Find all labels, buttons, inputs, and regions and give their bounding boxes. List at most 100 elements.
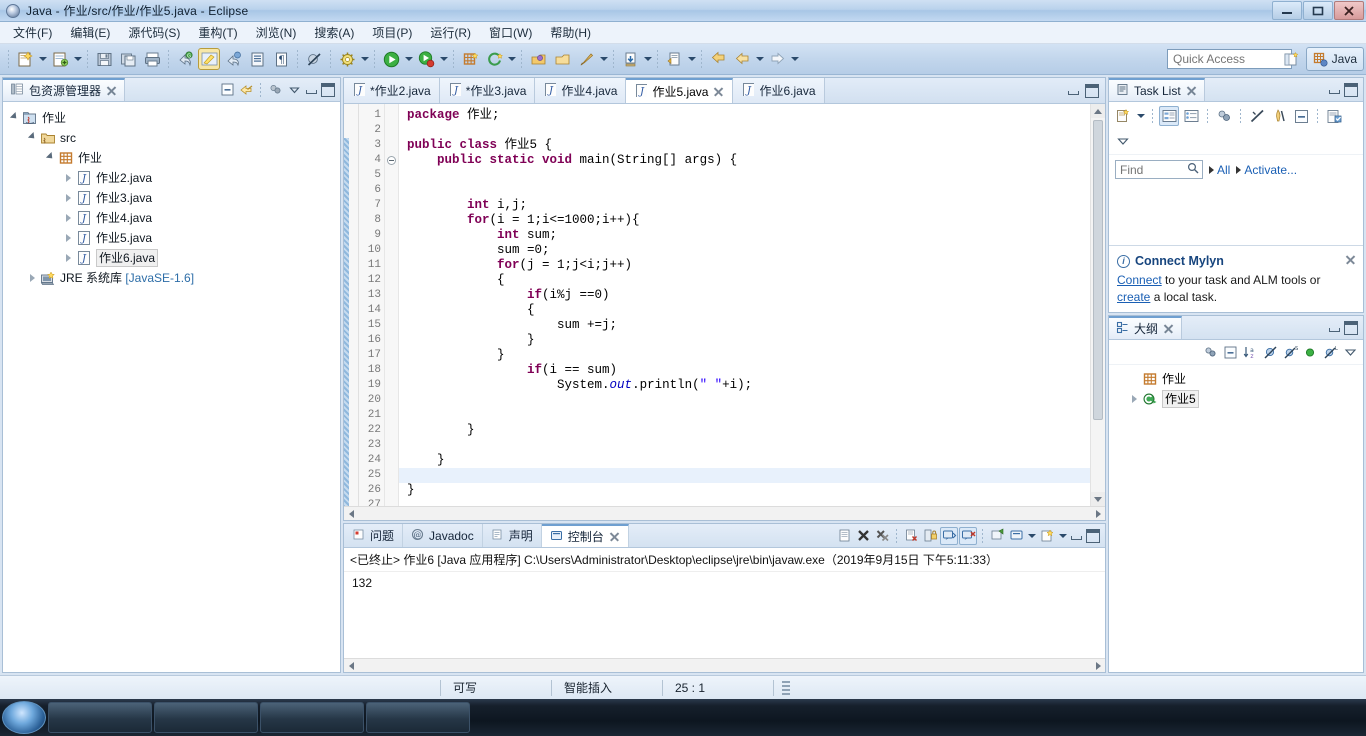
new-wizard-icon[interactable] bbox=[14, 48, 36, 70]
maximize-icon[interactable] bbox=[1342, 81, 1360, 99]
run-last-dropdown-icon[interactable] bbox=[438, 48, 449, 70]
print-icon[interactable] bbox=[141, 48, 163, 70]
new-java-class-icon[interactable] bbox=[49, 48, 71, 70]
terminate-icon[interactable] bbox=[854, 527, 872, 545]
no-arrow-icon[interactable] bbox=[1127, 372, 1141, 386]
collapsed-arrow-icon[interactable] bbox=[1127, 392, 1141, 406]
hide-nonpublic-icon[interactable] bbox=[1301, 343, 1319, 361]
maximize-window-button[interactable] bbox=[1303, 1, 1333, 20]
fold-collapse-icon[interactable] bbox=[385, 153, 398, 168]
run-last-icon[interactable] bbox=[415, 48, 437, 70]
display-selected-console-icon[interactable] bbox=[1007, 527, 1025, 545]
minimize-icon[interactable] bbox=[1327, 321, 1341, 335]
editor-horizontal-scrollbar[interactable] bbox=[344, 506, 1105, 520]
debug-config-dropdown-icon[interactable] bbox=[359, 48, 370, 70]
task-activate-link[interactable]: Activate... bbox=[1236, 163, 1297, 177]
scroll-down-icon[interactable] bbox=[1091, 492, 1105, 506]
external-tools-icon[interactable] bbox=[575, 48, 597, 70]
remove-all-terminated-icon[interactable] bbox=[873, 527, 891, 545]
tab-console[interactable]: 控制台 bbox=[541, 524, 629, 547]
tab-package-explorer[interactable]: 包资源管理器 bbox=[3, 78, 126, 101]
collapse-all-icon[interactable] bbox=[218, 81, 236, 99]
menu-run[interactable]: 运行(R) bbox=[421, 21, 480, 44]
lock-scroll-icon[interactable] bbox=[921, 527, 939, 545]
open-type-hierarchy-icon[interactable] bbox=[527, 48, 549, 70]
menu-edit[interactable]: 编辑(E) bbox=[61, 21, 119, 44]
hide-static-icon[interactable]: S bbox=[1281, 343, 1299, 361]
edit-highlight-icon[interactable] bbox=[198, 48, 220, 70]
tree-item-4[interactable]: J 作业3.java bbox=[3, 188, 340, 208]
new-task-dropdown-icon[interactable] bbox=[1135, 105, 1146, 127]
view-menu-icon[interactable] bbox=[1113, 131, 1133, 151]
run-icon[interactable] bbox=[380, 48, 402, 70]
remove-launch-icon[interactable] bbox=[902, 527, 920, 545]
next-annotation-icon[interactable] bbox=[663, 48, 685, 70]
menu-window[interactable]: 窗口(W) bbox=[480, 21, 541, 44]
search-dropdown-icon[interactable] bbox=[642, 48, 653, 70]
editor-tab-1[interactable]: J *作业3.java bbox=[439, 78, 536, 103]
view-menu-icon[interactable] bbox=[1341, 343, 1359, 361]
maximize-icon[interactable] bbox=[1084, 527, 1102, 545]
link-with-editor-icon[interactable] bbox=[237, 81, 255, 99]
external-tools-dropdown-icon[interactable] bbox=[598, 48, 609, 70]
taskbar-item[interactable] bbox=[48, 702, 152, 733]
sync-icon[interactable] bbox=[1201, 343, 1219, 361]
scroll-right-icon[interactable] bbox=[1093, 661, 1103, 671]
collapse-all-icon[interactable] bbox=[1221, 343, 1239, 361]
close-window-button[interactable] bbox=[1334, 1, 1364, 20]
new-task-icon[interactable] bbox=[1113, 106, 1133, 126]
mylyn-create-link[interactable]: create bbox=[1117, 290, 1150, 304]
minimize-icon[interactable] bbox=[1069, 529, 1083, 543]
collapsed-arrow-icon[interactable] bbox=[25, 271, 39, 285]
forward-icon[interactable] bbox=[766, 48, 788, 70]
editor-tab-2[interactable]: J 作业4.java bbox=[535, 78, 627, 103]
code-editor[interactable]: 1 2 3 4 5 6 7 8 9 10 11 12 13 14 15 16 17 18 19 20 21 22 23 24 2… bbox=[344, 104, 1105, 506]
tab-javadoc[interactable]: @ Javadoc bbox=[403, 524, 483, 547]
minimize-window-button[interactable] bbox=[1272, 1, 1302, 20]
open-perspective-icon[interactable] bbox=[1281, 48, 1303, 70]
show-console-on-error-icon[interactable] bbox=[959, 526, 977, 545]
back-dropdown-icon[interactable] bbox=[754, 48, 765, 70]
close-icon[interactable] bbox=[609, 531, 620, 542]
undo-icon[interactable]: G bbox=[174, 48, 196, 70]
clear-console-icon[interactable] bbox=[835, 527, 853, 545]
expanded-arrow-icon[interactable] bbox=[25, 131, 39, 145]
collapsed-arrow-icon[interactable] bbox=[61, 211, 75, 225]
menu-search[interactable]: 搜索(A) bbox=[305, 21, 363, 44]
pin-console-icon[interactable] bbox=[988, 527, 1006, 545]
tree-item-7[interactable]: J 作业6.java bbox=[3, 248, 340, 268]
tree-item-0[interactable]: 作业 bbox=[3, 108, 340, 128]
source-code-text[interactable]: package 作业; public class 作业5 { public st… bbox=[399, 104, 1090, 506]
console-horizontal-scrollbar[interactable] bbox=[344, 658, 1105, 672]
collapsed-arrow-icon[interactable] bbox=[61, 191, 75, 205]
categorized-mode-icon[interactable] bbox=[1159, 106, 1179, 126]
editor-tab-0[interactable]: J *作业2.java bbox=[344, 78, 440, 103]
close-icon[interactable] bbox=[1345, 254, 1356, 265]
hide-fields-icon[interactable] bbox=[1261, 343, 1279, 361]
open-type-icon[interactable] bbox=[246, 48, 268, 70]
open-console-icon[interactable] bbox=[1038, 527, 1056, 545]
maximize-icon[interactable] bbox=[1083, 82, 1101, 100]
scroll-thumb[interactable] bbox=[1093, 120, 1103, 420]
run-dropdown-icon[interactable] bbox=[403, 48, 414, 70]
display-console-dropdown-icon[interactable] bbox=[1026, 525, 1037, 547]
folding-ruler[interactable] bbox=[385, 104, 399, 506]
resize-grip[interactable] bbox=[782, 680, 790, 695]
scroll-up-icon[interactable] bbox=[1091, 104, 1105, 118]
scroll-right-icon[interactable] bbox=[1093, 509, 1103, 519]
editor-tab-3[interactable]: J 作业5.java bbox=[626, 78, 734, 103]
minimize-icon[interactable] bbox=[1066, 84, 1080, 98]
scroll-left-icon[interactable] bbox=[346, 509, 356, 519]
new-wizard-dropdown-icon[interactable] bbox=[37, 48, 48, 70]
tab-declaration[interactable]: 声明 bbox=[483, 524, 542, 547]
menu-file[interactable]: 文件(F) bbox=[4, 21, 61, 44]
back-icon[interactable] bbox=[707, 48, 729, 70]
focus-on-workweek-icon[interactable] bbox=[1247, 106, 1267, 126]
synchronize-icon[interactable] bbox=[1214, 106, 1234, 126]
editor-tab-4[interactable]: J 作业6.java bbox=[733, 78, 825, 103]
mylyn-connect-link[interactable]: Connect bbox=[1117, 273, 1162, 287]
tree-item-1[interactable]: src bbox=[3, 128, 340, 148]
collapsed-arrow-icon[interactable] bbox=[61, 231, 75, 245]
skip-breakpoints-icon[interactable] bbox=[303, 48, 325, 70]
close-icon[interactable] bbox=[713, 86, 724, 97]
